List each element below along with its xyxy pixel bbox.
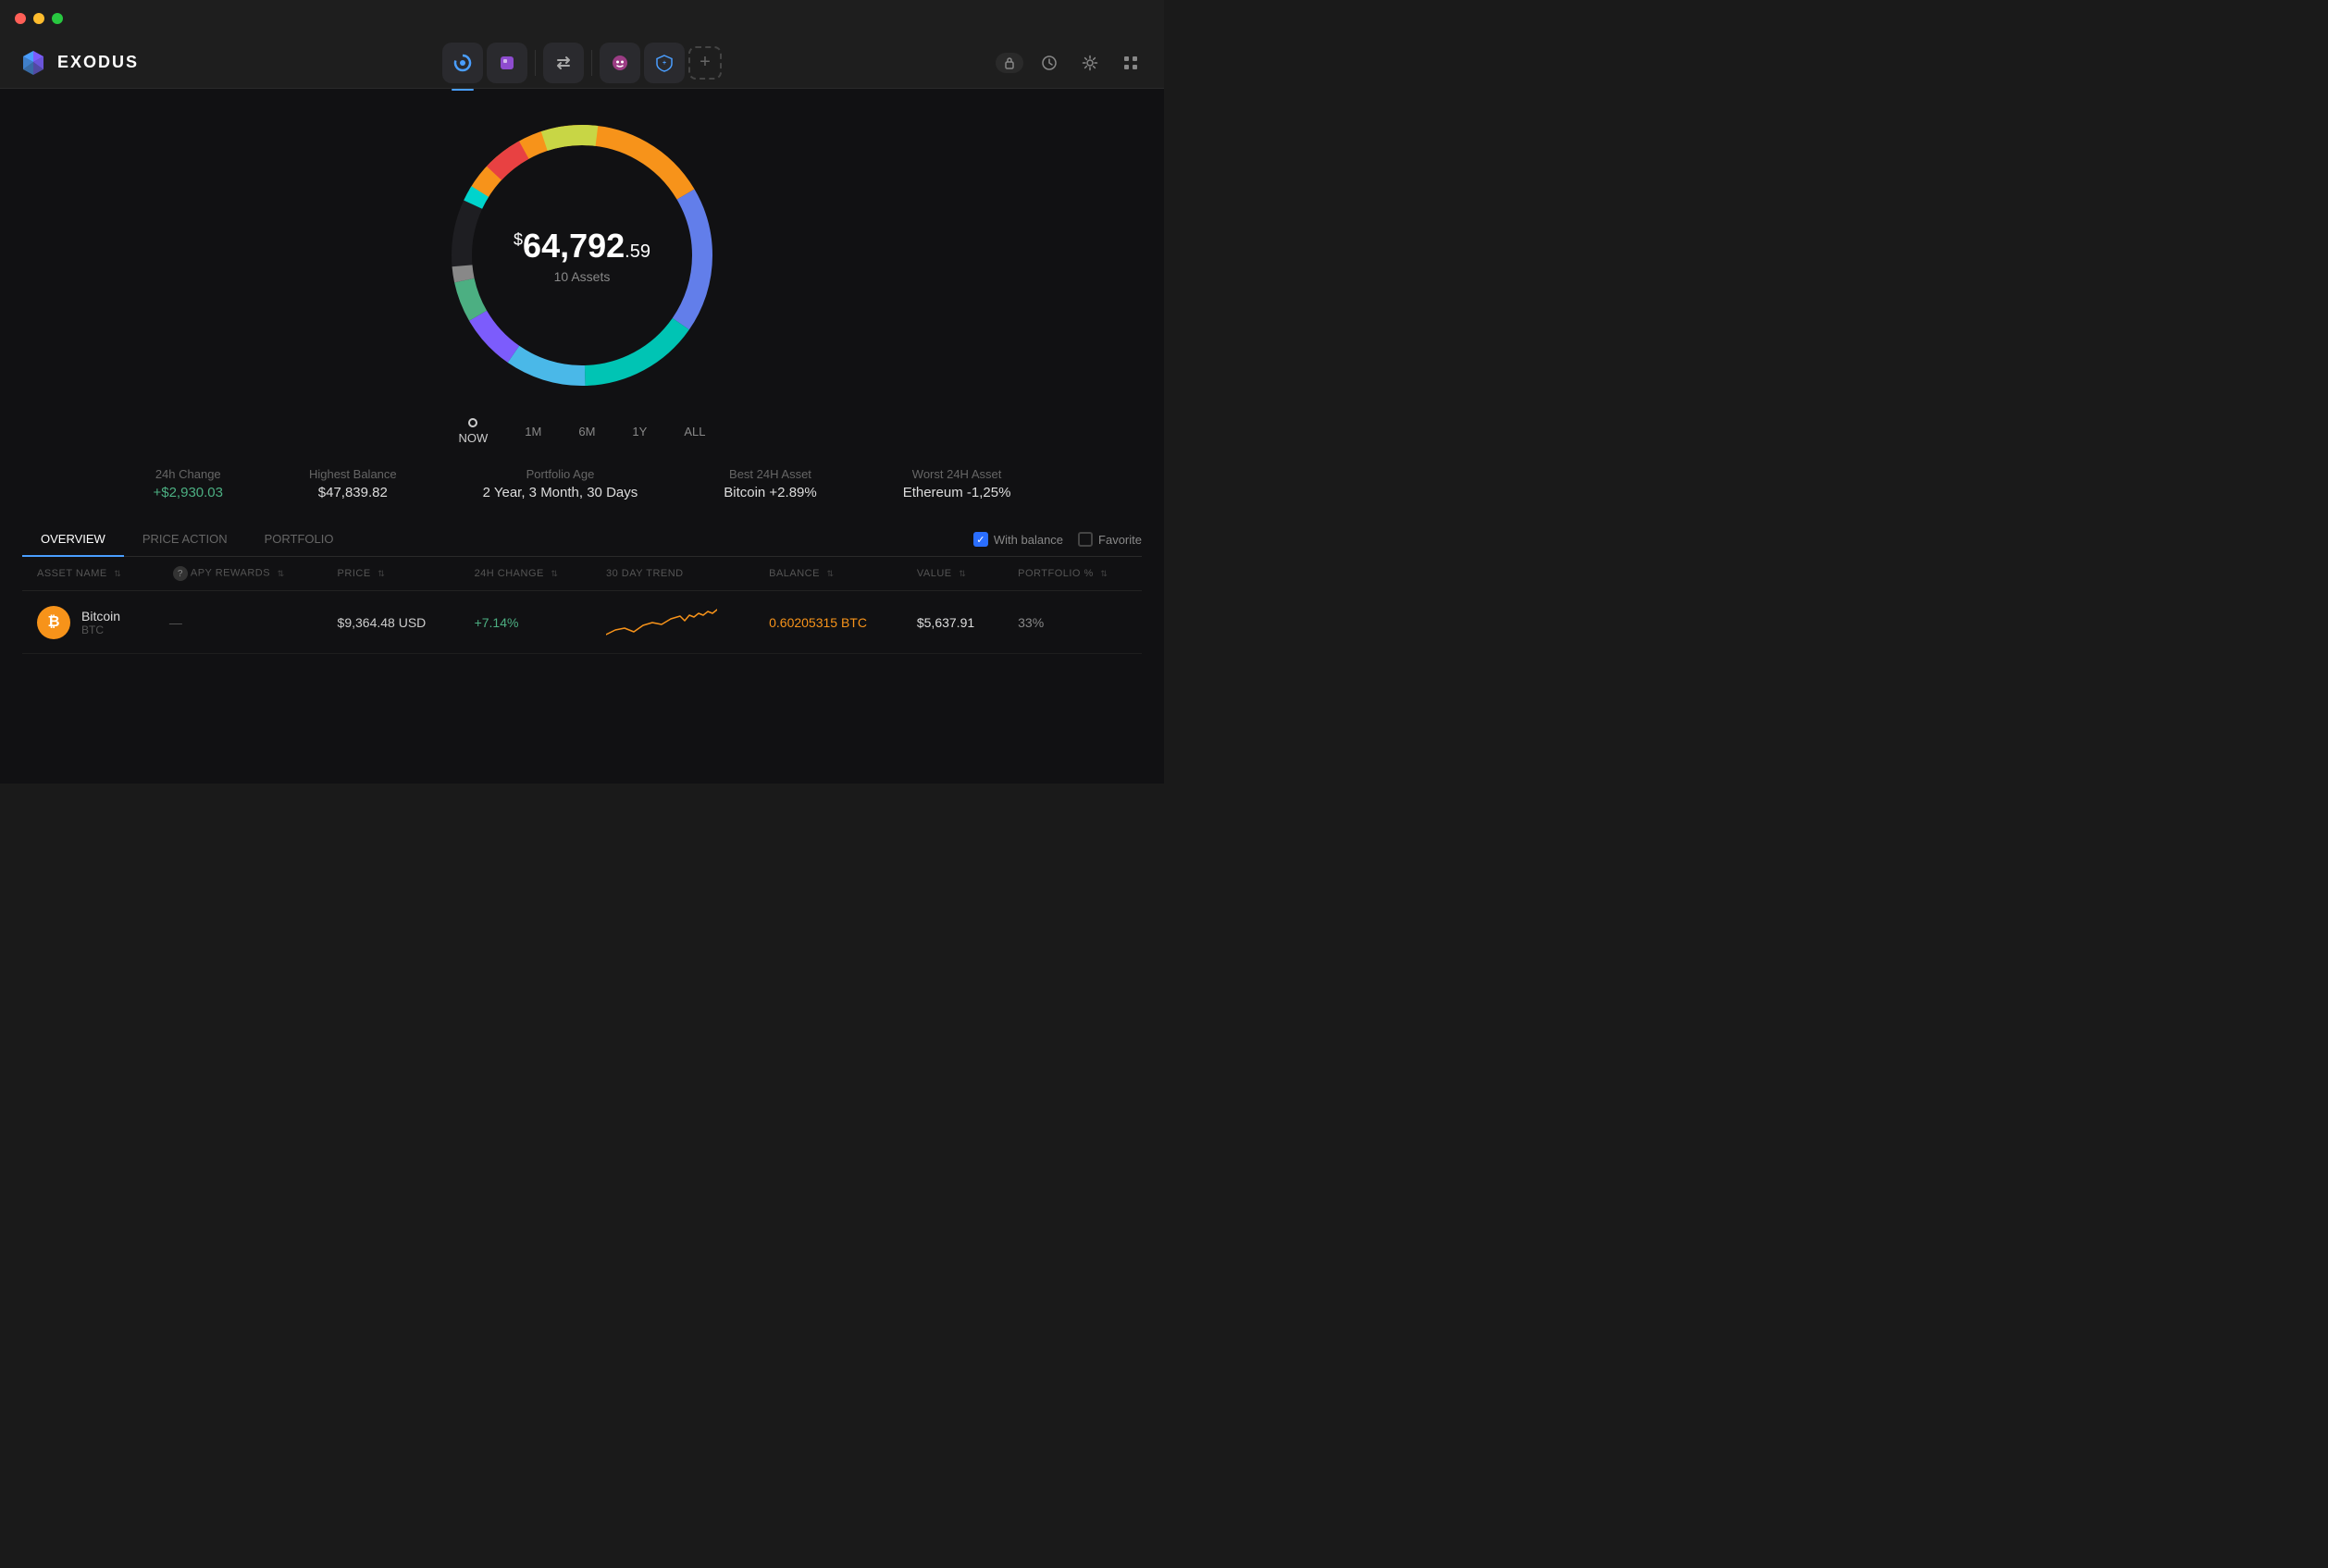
stat-best-label: Best 24H Asset xyxy=(724,467,816,481)
stat-24h-value: +$2,930.03 xyxy=(153,485,223,500)
nav-center: + + xyxy=(204,43,960,83)
table-header-row: ASSET NAME ⇅ ? APY REWARDS ⇅ PRICE ⇅ xyxy=(22,557,1142,591)
donut-center: $64,792.59 10 Assets xyxy=(514,227,650,284)
table-head: ASSET NAME ⇅ ? APY REWARDS ⇅ PRICE ⇅ xyxy=(22,557,1142,591)
asset-ticker: BTC xyxy=(81,623,120,636)
nav-exchange-button[interactable] xyxy=(543,43,584,83)
col-balance[interactable]: BALANCE ⇅ xyxy=(754,557,902,591)
stats-row: 24h Change +$2,930.03 Highest Balance $4… xyxy=(73,467,1091,500)
settings-button[interactable] xyxy=(1075,48,1105,78)
stat-age-label: Portfolio Age xyxy=(483,467,638,481)
minimize-button[interactable] xyxy=(33,13,44,24)
asset-name-cell: ₿ Bitcoin BTC xyxy=(22,591,155,654)
stat-24h-change: 24h Change +$2,930.03 xyxy=(153,467,223,500)
stat-worst-asset: Worst 24H Asset Ethereum -1,25% xyxy=(903,467,1011,500)
grid-button[interactable] xyxy=(1116,48,1145,78)
sort-24h-icon: ⇅ xyxy=(551,569,558,579)
asset-apy: — xyxy=(155,591,323,654)
sort-balance-icon: ⇅ xyxy=(827,569,835,579)
exodus-logo-icon xyxy=(19,48,48,78)
header: EXODUS xyxy=(0,37,1164,89)
tab-price-action[interactable]: PRICE ACTION xyxy=(124,523,246,557)
stat-best-value: Bitcoin +2.89% xyxy=(724,485,816,500)
table-section: OVERVIEW PRICE ACTION PORTFOLIO ✓ With b… xyxy=(0,523,1164,654)
stat-highest-value: $47,839.82 xyxy=(309,485,397,500)
stat-best-asset: Best 24H Asset Bitcoin +2.89% xyxy=(724,467,816,500)
stat-highest-label: Highest Balance xyxy=(309,467,397,481)
timeline-all[interactable]: ALL xyxy=(684,425,705,438)
nav-divider xyxy=(535,50,536,76)
portfolio-section: $64,792.59 10 Assets NOW 1M 6M 1Y ALL 24… xyxy=(0,89,1164,654)
stat-worst-value: Ethereum -1,25% xyxy=(903,485,1011,500)
asset-portfolio-pct: 33% xyxy=(1003,591,1142,654)
nav-fun-button[interactable] xyxy=(600,43,640,83)
filter-with-balance[interactable]: ✓ With balance xyxy=(973,532,1063,547)
sort-value-icon: ⇅ xyxy=(959,569,966,579)
portfolio-asset-count: 10 Assets xyxy=(514,269,650,284)
asset-value: $5,637.91 xyxy=(902,591,1003,654)
stat-worst-label: Worst 24H Asset xyxy=(903,467,1011,481)
with-balance-label: With balance xyxy=(994,533,1063,547)
timeline-now-label: NOW xyxy=(459,431,489,445)
asset-name: Bitcoin xyxy=(81,609,120,623)
tab-portfolio[interactable]: PORTFOLIO xyxy=(246,523,353,557)
timeline-6m[interactable]: 6M xyxy=(578,425,595,438)
btc-icon: ₿ xyxy=(37,606,70,639)
nav-right xyxy=(960,48,1145,78)
main-content: $64,792.59 10 Assets NOW 1M 6M 1Y ALL 24… xyxy=(0,89,1164,784)
nav-portfolio-button[interactable] xyxy=(442,43,483,83)
asset-sparkline xyxy=(591,591,754,654)
close-button[interactable] xyxy=(15,13,26,24)
asset-change-24h: +7.14% xyxy=(460,591,591,654)
nav-shield-button[interactable]: + xyxy=(644,43,685,83)
donut-chart: $64,792.59 10 Assets xyxy=(434,107,730,403)
apy-help-icon[interactable]: ? xyxy=(173,566,188,581)
titlebar xyxy=(0,0,1164,37)
portfolio-balance: $64,792.59 xyxy=(514,227,650,265)
filter-favorite[interactable]: Favorite xyxy=(1078,532,1142,547)
nav-divider-2 xyxy=(591,50,592,76)
table-filters: ✓ With balance Favorite xyxy=(973,532,1142,547)
sort-price-icon: ⇅ xyxy=(378,569,385,579)
sort-apy-icon: ⇅ xyxy=(278,569,285,579)
maximize-button[interactable] xyxy=(52,13,63,24)
table-tabs: OVERVIEW PRICE ACTION PORTFOLIO ✓ With b… xyxy=(22,523,1142,557)
timeline: NOW 1M 6M 1Y ALL xyxy=(459,418,706,445)
stat-age-value: 2 Year, 3 Month, 30 Days xyxy=(483,485,638,500)
col-asset-name[interactable]: ASSET NAME ⇅ xyxy=(22,557,155,591)
assets-table: ASSET NAME ⇅ ? APY REWARDS ⇅ PRICE ⇅ xyxy=(22,557,1142,654)
table-body: ₿ Bitcoin BTC — $9,364.48 USD xyxy=(22,591,1142,654)
table-row[interactable]: ₿ Bitcoin BTC — $9,364.48 USD xyxy=(22,591,1142,654)
col-portfolio-pct[interactable]: PORTFOLIO % ⇅ xyxy=(1003,557,1142,591)
col-price[interactable]: PRICE ⇅ xyxy=(323,557,460,591)
stat-portfolio-age: Portfolio Age 2 Year, 3 Month, 30 Days xyxy=(483,467,638,500)
sparkline-svg xyxy=(606,602,717,639)
logo-area: EXODUS xyxy=(19,48,204,78)
col-value[interactable]: VALUE ⇅ xyxy=(902,557,1003,591)
lock-toggle-button[interactable] xyxy=(996,53,1023,73)
history-button[interactable] xyxy=(1034,48,1064,78)
timeline-1m[interactable]: 1M xyxy=(525,425,541,438)
timeline-now[interactable]: NOW xyxy=(459,418,489,445)
sort-asset-name-icon: ⇅ xyxy=(114,569,121,579)
with-balance-checkbox[interactable]: ✓ xyxy=(973,532,988,547)
col-24h-change[interactable]: 24H CHANGE ⇅ xyxy=(460,557,591,591)
favorite-label: Favorite xyxy=(1098,533,1142,547)
col-apy-rewards[interactable]: ? APY REWARDS ⇅ xyxy=(155,557,323,591)
favorite-checkbox[interactable] xyxy=(1078,532,1093,547)
asset-price: $9,364.48 USD xyxy=(323,591,460,654)
tab-overview[interactable]: OVERVIEW xyxy=(22,523,124,557)
nav-nft-button[interactable] xyxy=(487,43,527,83)
col-30d-trend: 30 DAY TREND xyxy=(591,557,754,591)
stat-highest-balance: Highest Balance $47,839.82 xyxy=(309,467,397,500)
sort-portfolio-icon: ⇅ xyxy=(1100,569,1108,579)
timeline-now-dot xyxy=(468,418,477,427)
timeline-1y[interactable]: 1Y xyxy=(632,425,647,438)
asset-balance: 0.60205315 BTC xyxy=(754,591,902,654)
nav-add-button[interactable]: + xyxy=(688,46,722,80)
app-title: EXODUS xyxy=(57,53,139,72)
svg-text:+: + xyxy=(662,60,666,67)
stat-24h-label: 24h Change xyxy=(153,467,223,481)
